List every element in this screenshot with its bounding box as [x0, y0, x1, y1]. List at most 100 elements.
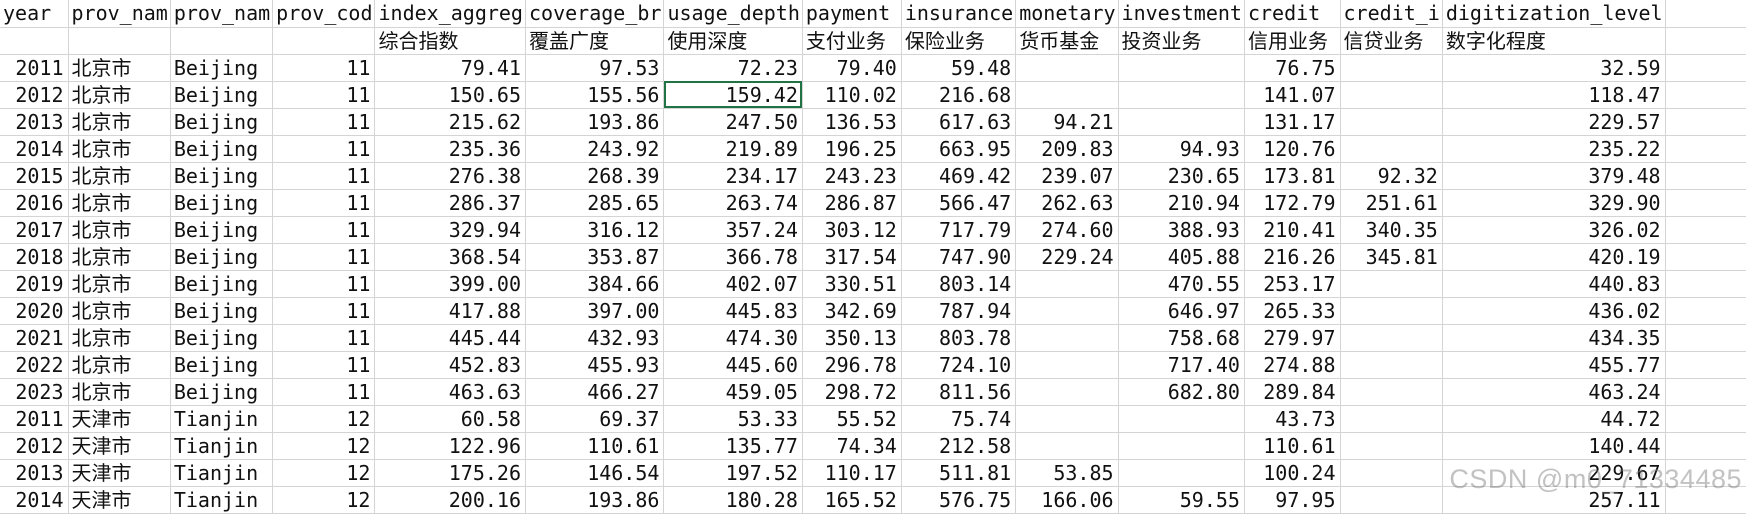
data-cell[interactable]: [1118, 432, 1245, 460]
data-cell[interactable]: 262.63: [1015, 189, 1119, 217]
data-cell[interactable]: 2012: [0, 81, 69, 109]
data-cell[interactable]: 天津市: [68, 405, 171, 433]
data-cell[interactable]: [1665, 189, 1746, 217]
data-cell[interactable]: 459.05: [663, 378, 803, 406]
data-cell[interactable]: 445.83: [663, 297, 803, 325]
data-cell[interactable]: 136.53: [802, 108, 902, 136]
data-cell[interactable]: [1118, 405, 1245, 433]
data-cell[interactable]: 452.83: [374, 351, 526, 379]
data-cell[interactable]: 342.69: [802, 297, 902, 325]
data-cell[interactable]: 811.56: [901, 378, 1017, 406]
data-cell[interactable]: 200.16: [374, 486, 526, 514]
data-cell[interactable]: 165.52: [802, 486, 902, 514]
data-cell[interactable]: 11: [272, 189, 376, 217]
data-cell[interactable]: 279.97: [1244, 324, 1341, 352]
data-cell[interactable]: 166.06: [1015, 486, 1119, 514]
data-cell[interactable]: 135.77: [663, 432, 803, 460]
data-cell[interactable]: 55.52: [802, 405, 902, 433]
data-cell[interactable]: [1665, 81, 1746, 109]
data-cell[interactable]: 2012: [0, 432, 69, 460]
spreadsheet-grid[interactable]: year prov_nam prov_nam prov_cod index_aggreg…: [0, 0, 1746, 514]
data-cell[interactable]: 326.02: [1442, 216, 1666, 244]
data-cell[interactable]: 463.63: [374, 378, 526, 406]
data-cell[interactable]: 11: [272, 351, 376, 379]
data-cell[interactable]: 286.87: [802, 189, 902, 217]
data-cell[interactable]: 2021: [0, 324, 69, 352]
data-cell[interactable]: Tianjin: [170, 459, 274, 487]
data-cell[interactable]: 北京市: [68, 108, 171, 136]
data-cell[interactable]: 330.51: [802, 270, 902, 298]
data-cell[interactable]: 天津市: [68, 486, 171, 514]
data-cell[interactable]: Beijing: [170, 135, 274, 163]
data-cell[interactable]: [1118, 459, 1245, 487]
data-cell[interactable]: 32.59: [1442, 54, 1666, 82]
data-cell[interactable]: 2014: [0, 486, 69, 514]
data-cell[interactable]: 417.88: [374, 297, 526, 325]
header-cell[interactable]: [170, 27, 274, 55]
data-cell[interactable]: 2011: [0, 54, 69, 82]
data-cell[interactable]: 229.24: [1015, 243, 1119, 271]
data-cell[interactable]: [1665, 297, 1746, 325]
header-cell[interactable]: coverage_br: [525, 0, 665, 28]
data-cell[interactable]: [1340, 324, 1443, 352]
data-cell[interactable]: 北京市: [68, 189, 171, 217]
data-cell[interactable]: Beijing: [170, 54, 274, 82]
data-cell[interactable]: 79.40: [802, 54, 902, 82]
data-cell[interactable]: 285.65: [525, 189, 665, 217]
data-cell[interactable]: Tianjin: [170, 486, 274, 514]
data-cell[interactable]: 172.79: [1244, 189, 1341, 217]
header-cell[interactable]: usage_depth: [663, 0, 803, 28]
data-cell[interactable]: [1665, 216, 1746, 244]
data-cell[interactable]: [1015, 297, 1119, 325]
data-cell[interactable]: 141.07: [1244, 81, 1341, 109]
data-cell[interactable]: [1665, 378, 1746, 406]
data-cell[interactable]: [1665, 351, 1746, 379]
data-cell[interactable]: 434.35: [1442, 324, 1666, 352]
header-cell[interactable]: digitization_level: [1442, 0, 1666, 28]
header-cell[interactable]: investment: [1118, 0, 1245, 28]
data-cell[interactable]: 193.86: [525, 108, 665, 136]
data-cell[interactable]: 469.42: [901, 162, 1017, 190]
data-cell[interactable]: 175.26: [374, 459, 526, 487]
data-cell[interactable]: 100.24: [1244, 459, 1341, 487]
data-cell[interactable]: 11: [272, 297, 376, 325]
header-cell[interactable]: insurance: [901, 0, 1017, 28]
header-cell[interactable]: 信用业务: [1244, 27, 1341, 55]
data-cell[interactable]: 146.54: [525, 459, 665, 487]
data-cell[interactable]: 75.74: [901, 405, 1017, 433]
data-cell[interactable]: 11: [272, 324, 376, 352]
data-cell[interactable]: 2014: [0, 135, 69, 163]
data-cell[interactable]: 122.96: [374, 432, 526, 460]
data-cell[interactable]: 2016: [0, 189, 69, 217]
header-cell[interactable]: [0, 27, 69, 55]
data-cell[interactable]: 229.57: [1442, 108, 1666, 136]
data-cell[interactable]: Beijing: [170, 189, 274, 217]
data-cell[interactable]: 150.65: [374, 81, 526, 109]
data-cell[interactable]: 445.44: [374, 324, 526, 352]
data-cell[interactable]: 59.55: [1118, 486, 1245, 514]
data-cell[interactable]: 59.48: [901, 54, 1017, 82]
data-cell[interactable]: [1340, 405, 1443, 433]
data-cell[interactable]: 12: [272, 405, 376, 433]
data-cell[interactable]: 316.12: [525, 216, 665, 244]
data-cell[interactable]: 110.02: [802, 81, 902, 109]
header-cell[interactable]: 货币基金: [1015, 27, 1119, 55]
data-cell[interactable]: 2017: [0, 216, 69, 244]
data-cell[interactable]: 405.88: [1118, 243, 1245, 271]
data-cell[interactable]: 209.83: [1015, 135, 1119, 163]
data-cell[interactable]: 329.90: [1442, 189, 1666, 217]
data-cell[interactable]: [1665, 432, 1746, 460]
data-cell[interactable]: [1665, 486, 1746, 514]
data-cell[interactable]: 12: [272, 486, 376, 514]
data-cell[interactable]: 274.88: [1244, 351, 1341, 379]
header-cell[interactable]: index_aggreg: [374, 0, 526, 28]
data-cell[interactable]: 265.33: [1244, 297, 1341, 325]
data-cell[interactable]: Tianjin: [170, 432, 274, 460]
data-cell[interactable]: 682.80: [1118, 378, 1245, 406]
data-cell[interactable]: 474.30: [663, 324, 803, 352]
data-cell[interactable]: 787.94: [901, 297, 1017, 325]
data-cell[interactable]: 2013: [0, 108, 69, 136]
data-cell[interactable]: 758.68: [1118, 324, 1245, 352]
header-cell[interactable]: prov_nam: [170, 0, 274, 28]
data-cell[interactable]: 251.61: [1340, 189, 1443, 217]
